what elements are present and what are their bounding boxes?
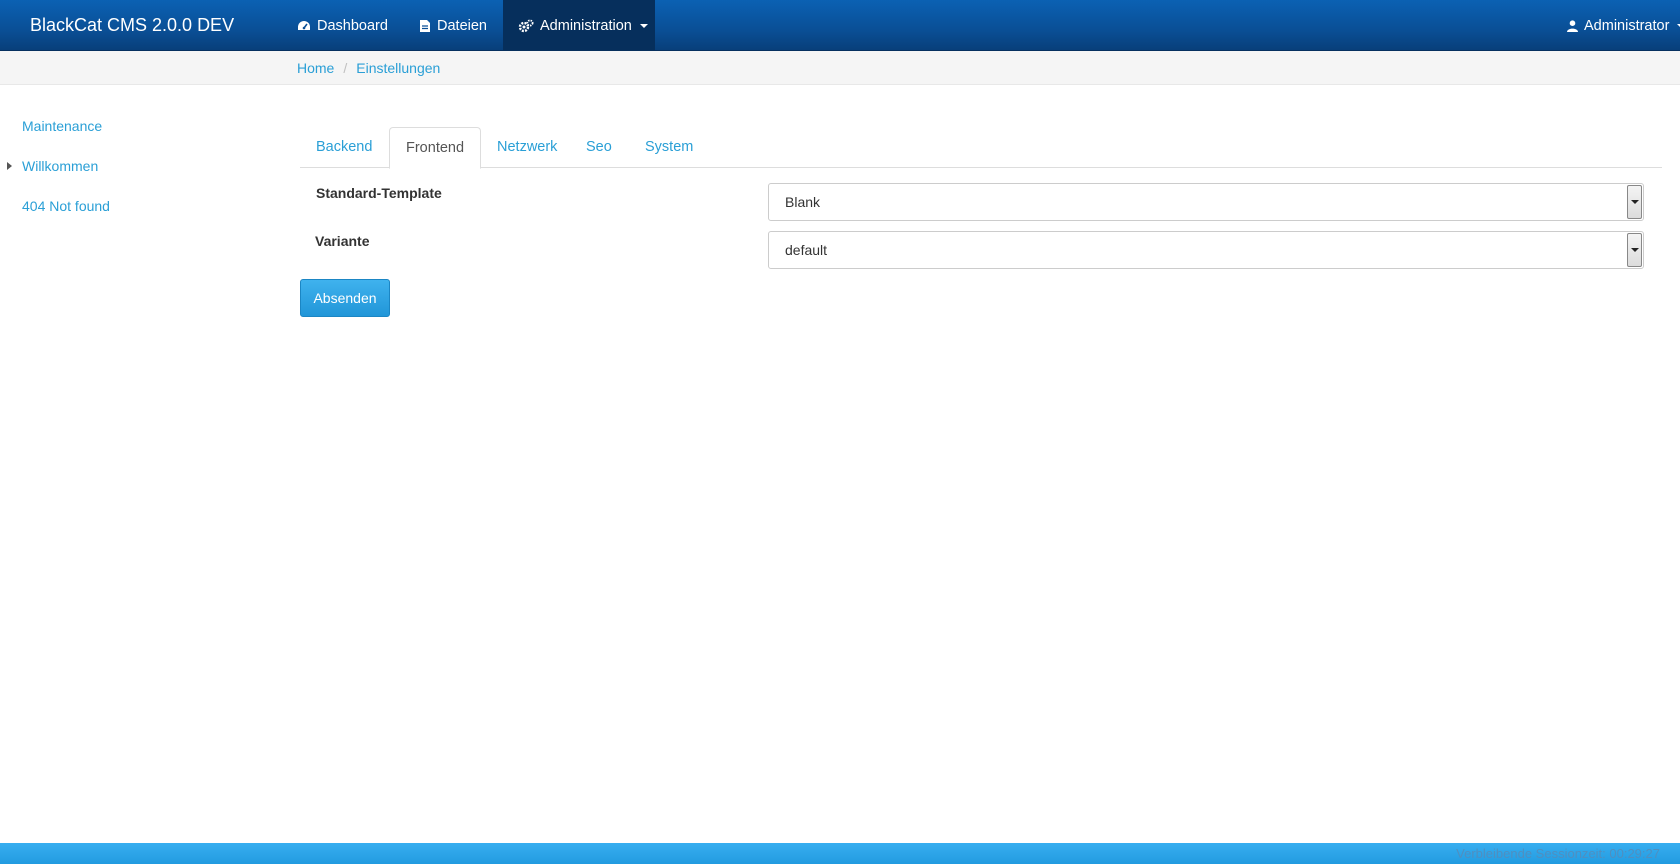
- breadcrumb-einstellungen[interactable]: Einstellungen: [356, 60, 440, 76]
- chevron-down-icon[interactable]: [1627, 185, 1642, 219]
- tab-frontend[interactable]: Frontend: [389, 127, 482, 169]
- nav-administration[interactable]: Administration: [503, 0, 655, 51]
- nav-dashboard-label: Dashboard: [317, 17, 388, 34]
- sidebar-item-willkommen[interactable]: Willkommen: [22, 158, 98, 174]
- tab-system[interactable]: System: [629, 127, 709, 168]
- nav-dashboard[interactable]: Dashboard: [282, 0, 403, 51]
- settings-tabs: Backend Frontend Netzwerk Seo System: [300, 127, 1662, 169]
- variante-select[interactable]: default: [768, 231, 1644, 269]
- sidebar-item-maintenance[interactable]: Maintenance: [22, 118, 102, 134]
- tab-seo[interactable]: Seo: [570, 127, 628, 168]
- tab-backend[interactable]: Backend: [300, 127, 388, 168]
- standard-template-select[interactable]: Blank: [768, 183, 1644, 221]
- top-navbar: BlackCat CMS 2.0.0 DEV Dashboard Dateien…: [0, 0, 1680, 51]
- breadcrumb-separator: /: [343, 60, 348, 76]
- standard-template-value: Blank: [785, 194, 821, 210]
- breadcrumb: Home / Einstellungen: [297, 51, 440, 85]
- user-menu[interactable]: Administrator: [1552, 0, 1680, 51]
- dashboard-icon: [297, 20, 311, 32]
- user-icon: [1567, 19, 1578, 32]
- nav-dateien-label: Dateien: [437, 17, 487, 34]
- nav-administration-label: Administration: [540, 17, 632, 34]
- tab-netzwerk[interactable]: Netzwerk: [481, 127, 573, 168]
- breadcrumb-bar: Home / Einstellungen: [0, 51, 1680, 85]
- expand-arrow-icon[interactable]: [7, 162, 12, 170]
- sidebar-item-404-not-found[interactable]: 404 Not found: [22, 198, 110, 214]
- variante-label: Variante: [315, 233, 370, 249]
- breadcrumb-home[interactable]: Home: [297, 60, 334, 76]
- user-menu-label: Administrator: [1584, 17, 1670, 34]
- chevron-down-icon[interactable]: [1627, 233, 1642, 267]
- session-timer: Verbleibende Sessionzeit: 00:29:27: [1456, 846, 1660, 861]
- file-icon: [419, 19, 431, 33]
- submit-button[interactable]: Absenden: [300, 279, 390, 317]
- chevron-down-icon: [639, 23, 648, 28]
- nav-dateien[interactable]: Dateien: [404, 0, 502, 51]
- brand-title[interactable]: BlackCat CMS 2.0.0 DEV: [30, 0, 234, 51]
- standard-template-label: Standard-Template: [316, 185, 442, 201]
- variante-value: default: [785, 242, 828, 258]
- gears-icon: [518, 19, 534, 33]
- footer-bar: Verbleibende Sessionzeit: 00:29:27: [0, 843, 1680, 864]
